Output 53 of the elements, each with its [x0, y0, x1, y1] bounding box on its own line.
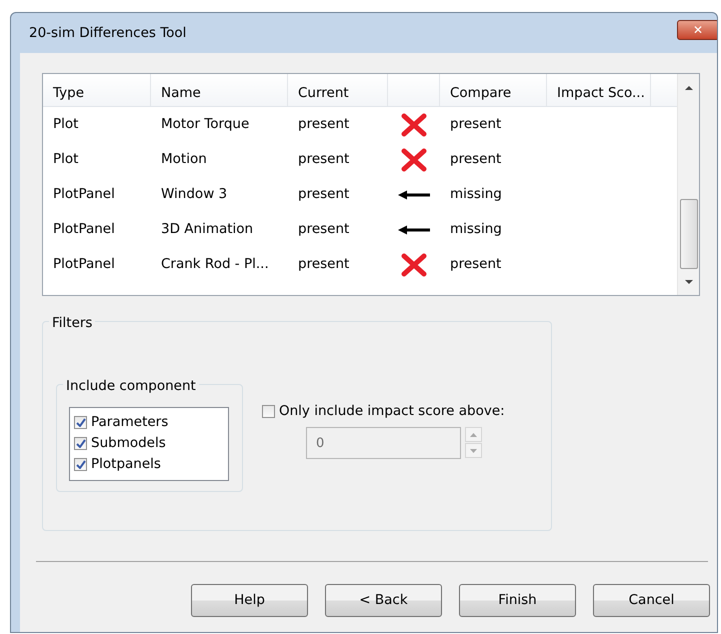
window-title: 20-sim Differences Tool: [28, 24, 188, 43]
table-cell-text: present: [449, 150, 502, 170]
table-cell-text: present: [297, 220, 350, 240]
table-cell-text: Motor Torque: [160, 115, 250, 134]
dialog-button[interactable]: Finish: [459, 584, 576, 617]
column-header[interactable]: Current: [288, 74, 388, 106]
check-icon: [76, 418, 86, 427]
dialog-button[interactable]: Cancel: [593, 584, 710, 617]
column-header[interactable]: Compare: [440, 74, 547, 106]
table-cell-text: present: [449, 115, 502, 134]
table-cell-text: present: [297, 115, 350, 134]
table-cell-text: PlotPanel: [52, 220, 116, 240]
table-cell-text: present: [449, 255, 502, 274]
left-arrow-icon: [398, 224, 430, 234]
table-cell-text: Plot: [52, 150, 80, 170]
checkbox-label[interactable]: Plotpanels: [91, 454, 161, 475]
column-header[interactable]: Name: [151, 74, 288, 106]
table-cell-text: present: [297, 150, 350, 170]
table-cell-text: PlotPanel: [52, 185, 116, 204]
table-cell-text: 3D Animation: [160, 220, 254, 240]
up-arrow-icon: [470, 432, 477, 436]
down-arrow-icon: [470, 448, 477, 452]
check-icon: [76, 460, 86, 469]
dialog-button[interactable]: < Back: [325, 584, 442, 617]
table-cell-text: Plot: [52, 115, 80, 134]
score-field[interactable]: 0: [306, 427, 461, 459]
checkbox[interactable]: [74, 458, 87, 471]
column-header[interactable]: Impact Sco...: [547, 74, 651, 106]
checkbox-label[interactable]: Submodels: [91, 433, 166, 454]
table-cell-text: Window 3: [160, 185, 228, 204]
checkbox-label[interactable]: Only include impact score above:: [279, 400, 505, 422]
left-arrow-icon: [398, 190, 430, 200]
scroll-up-icon[interactable]: [684, 84, 694, 92]
table-cell-text: Crank Rod - Pl...: [160, 255, 270, 274]
cross-icon: [400, 112, 428, 136]
table-cell-text: Motion: [160, 150, 208, 170]
cross-icon: [400, 148, 428, 172]
checkbox[interactable]: [74, 437, 87, 450]
table-cell-text: PlotPanel: [52, 255, 116, 274]
checkbox[interactable]: [262, 404, 275, 418]
cross-icon: [400, 252, 428, 276]
checkbox[interactable]: [74, 416, 87, 429]
checkbox-label[interactable]: Parameters: [91, 412, 168, 433]
scroll-down-icon[interactable]: [684, 278, 694, 286]
check-icon: [76, 439, 86, 448]
table-cell-text: present: [297, 185, 350, 204]
dialog-button[interactable]: Help: [191, 584, 308, 617]
scrollbar-thumb[interactable]: [680, 199, 698, 269]
table-cell-text: missing: [449, 220, 503, 240]
table-cell-text: present: [297, 255, 350, 274]
table-cell-text: missing: [449, 185, 503, 204]
column-header[interactable]: Type: [43, 74, 151, 106]
scrollbar[interactable]: [677, 74, 699, 295]
